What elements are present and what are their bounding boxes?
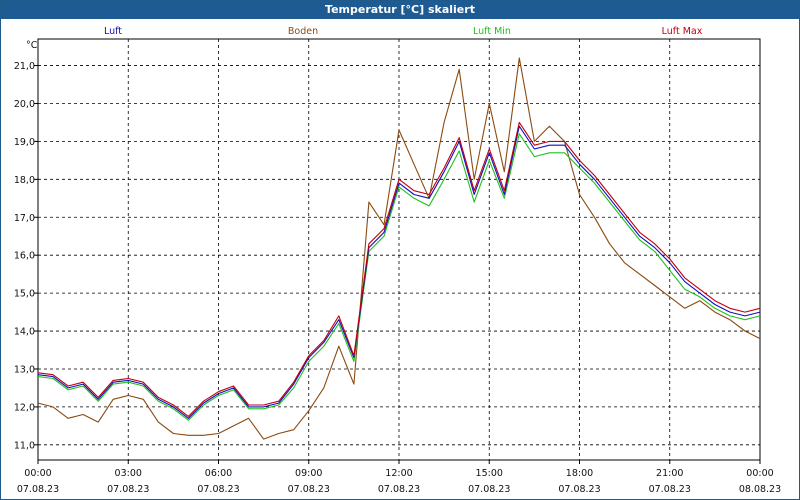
x-tick-date: 07.08.23 xyxy=(468,484,510,495)
x-tick-time: 09:00 xyxy=(295,468,322,479)
y-axis-ticks: 11,0 12,0 13,0 14,0 15,0 16,0 17,0 18,0 19,0 20,0… xyxy=(14,61,38,451)
y-tick-label: 21,0 xyxy=(14,61,35,72)
x-tick-time: 21:00 xyxy=(656,468,683,479)
x-tick-time: 15:00 xyxy=(476,468,503,479)
legend-entry-luft-min: Luft Min xyxy=(473,26,511,37)
legend-entry-luft: Luft xyxy=(104,26,122,37)
y-tick-label: 18,0 xyxy=(14,175,35,186)
x-tick-time: 00:00 xyxy=(24,468,51,479)
x-tick-time: 00:00 xyxy=(746,468,773,479)
x-tick-date: 07.08.23 xyxy=(17,484,59,495)
x-tick-date: 07.08.23 xyxy=(558,484,600,495)
x-axis-ticks: 00:00 07.08.23 03:00 07.08.23 06:00 07.08.23 0… xyxy=(17,460,781,495)
x-tick-time: 06:00 xyxy=(205,468,232,479)
x-tick-date: 07.08.23 xyxy=(649,484,691,495)
x-tick-date: 07.08.23 xyxy=(288,484,330,495)
x-tick-date: 07.08.23 xyxy=(107,484,149,495)
legend-entry-boden: Boden xyxy=(288,26,318,37)
x-tick-date: 08.08.23 xyxy=(739,484,781,495)
y-tick-label: 12,0 xyxy=(14,402,35,413)
legend: Luft Boden Luft Min Luft Max xyxy=(104,26,703,37)
y-axis-unit: °C xyxy=(26,40,38,51)
x-tick-date: 07.08.23 xyxy=(378,484,420,495)
y-tick-label: 17,0 xyxy=(14,213,35,224)
y-tick-label: 19,0 xyxy=(14,137,35,148)
x-tick-time: 12:00 xyxy=(385,468,412,479)
x-tick-time: 18:00 xyxy=(566,468,593,479)
y-tick-label: 20,0 xyxy=(14,99,35,110)
y-tick-label: 16,0 xyxy=(14,251,35,262)
y-tick-label: 14,0 xyxy=(14,327,35,338)
legend-entry-luft-max: Luft Max xyxy=(662,26,703,37)
series-line-luft xyxy=(37,125,761,419)
y-tick-label: 13,0 xyxy=(14,364,35,375)
y-tick-label: 11,0 xyxy=(14,440,35,451)
y-tick-label: 15,0 xyxy=(14,289,35,300)
temperature-chart: 11,0 12,0 13,0 14,0 15,0 16,0 17,0 18,0 19,0 20,0… xyxy=(14,26,781,495)
x-tick-time: 03:00 xyxy=(115,468,142,479)
x-tick-date: 07.08.23 xyxy=(197,484,239,495)
